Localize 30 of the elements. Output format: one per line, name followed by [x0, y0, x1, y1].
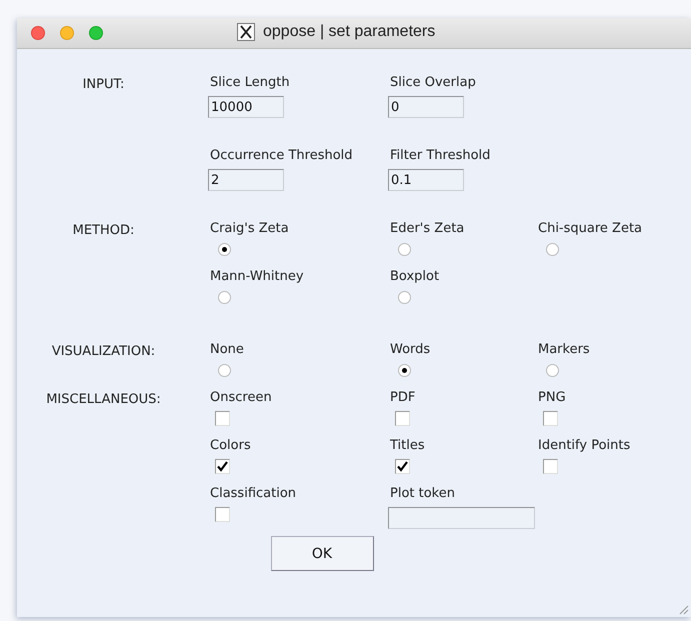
option-label: Markers [538, 342, 590, 358]
option-label: Slice Overlap [390, 75, 476, 91]
option-label: Slice Length [210, 75, 290, 91]
ok-button[interactable]: OK [270, 536, 374, 571]
input-field[interactable]: 0 [388, 96, 464, 118]
option-label: None [210, 342, 244, 358]
option-label: Filter Threshold [390, 148, 490, 164]
option-label: Craig's Zeta [210, 221, 289, 237]
option-label: Chi-square Zeta [538, 221, 642, 237]
option-label: Mann-Whitney [210, 269, 304, 285]
input-field[interactable]: 10000 [208, 96, 284, 118]
option-label: Colors [210, 438, 251, 454]
input-field[interactable]: 0.1 [388, 169, 464, 191]
option-label: Occurrence Threshold [210, 148, 353, 164]
option-label: Titles [390, 438, 425, 454]
option-label: Classification [210, 486, 296, 502]
option-label: Eder's Zeta [390, 221, 464, 237]
option-label: PNG [538, 390, 566, 406]
option-label: Words [390, 342, 430, 358]
option-label: PDF [390, 390, 416, 406]
option-label: Onscreen [210, 390, 272, 406]
option-label: Boxplot [390, 269, 440, 285]
option-label: Plot token [390, 486, 455, 502]
section-label: INPUT: [82, 77, 124, 92]
input-field[interactable]: 2 [208, 169, 284, 191]
window-title: oppose | set parameters [263, 23, 436, 41]
section-label: MISCELLANEOUS: [46, 392, 161, 407]
section-label: VISUALIZATION: [52, 344, 156, 359]
section-label: METHOD: [72, 223, 134, 238]
option-label: Identify Points [538, 438, 630, 454]
